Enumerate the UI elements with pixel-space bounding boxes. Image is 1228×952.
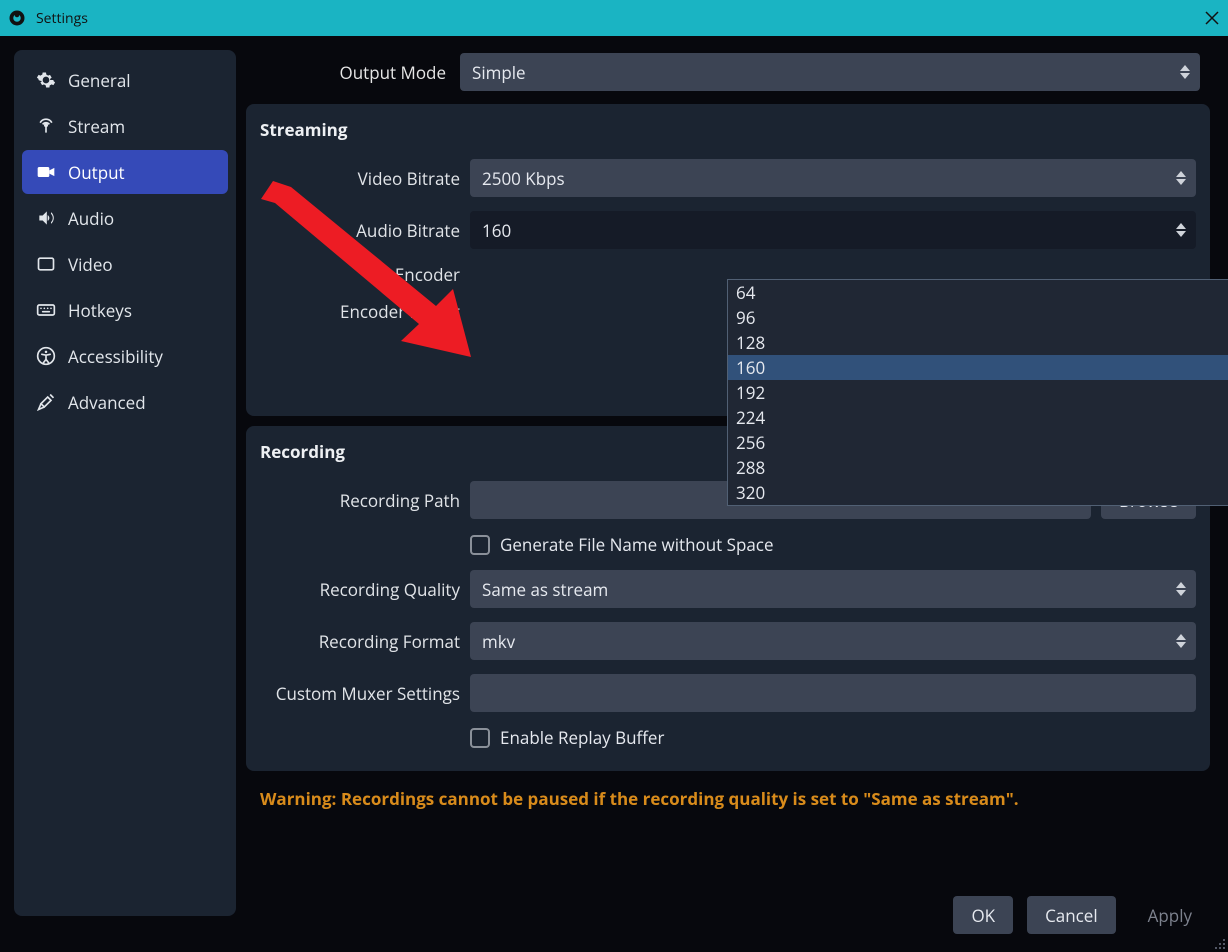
custom-muxer-label: Custom Muxer Settings bbox=[260, 682, 460, 705]
audio-bitrate-option[interactable]: 128 bbox=[728, 330, 1228, 355]
sidebar-item-hotkeys[interactable]: Hotkeys bbox=[22, 288, 228, 332]
sidebar-item-accessibility[interactable]: Accessibility bbox=[22, 334, 228, 378]
sidebar-item-label: General bbox=[68, 69, 131, 92]
audio-bitrate-label: Audio Bitrate bbox=[260, 219, 460, 242]
sidebar-item-output[interactable]: Output bbox=[22, 150, 228, 194]
audio-bitrate-select[interactable]: 160 bbox=[470, 211, 1196, 249]
accessibility-icon bbox=[36, 346, 56, 366]
generate-no-space-row[interactable]: Generate File Name without Space bbox=[470, 533, 1196, 556]
audio-icon bbox=[36, 208, 56, 228]
audio-bitrate-row: Audio Bitrate 160 bbox=[260, 211, 1196, 249]
video-bitrate-input[interactable]: 2500 Kbps bbox=[470, 159, 1196, 197]
sidebar-item-advanced[interactable]: Advanced bbox=[22, 380, 228, 424]
output-mode-value: Simple bbox=[472, 61, 526, 84]
audio-bitrate-option[interactable]: 160 bbox=[728, 355, 1228, 380]
sidebar-item-label: Audio bbox=[68, 207, 114, 230]
recording-quality-value: Same as stream bbox=[482, 578, 608, 601]
sidebar-item-label: Advanced bbox=[68, 391, 146, 414]
recording-quality-select[interactable]: Same as stream bbox=[470, 570, 1196, 608]
encoder-preset-label: Encoder Preset bbox=[260, 300, 460, 323]
generate-no-space-checkbox[interactable] bbox=[470, 535, 490, 555]
custom-muxer-input[interactable] bbox=[470, 674, 1196, 712]
custom-muxer-row: Custom Muxer Settings bbox=[260, 674, 1196, 712]
spinner-icon bbox=[1174, 167, 1188, 189]
keyboard-icon bbox=[36, 300, 56, 320]
sidebar-item-label: Output bbox=[68, 161, 125, 184]
video-bitrate-label: Video Bitrate bbox=[260, 167, 460, 190]
recording-format-value: mkv bbox=[482, 630, 515, 653]
spinner-icon bbox=[1174, 630, 1188, 652]
audio-bitrate-option[interactable]: 96 bbox=[728, 305, 1228, 330]
audio-bitrate-option[interactable]: 288 bbox=[728, 455, 1228, 480]
recording-format-row: Recording Format mkv bbox=[260, 622, 1196, 660]
sidebar-item-label: Accessibility bbox=[68, 345, 163, 368]
video-bitrate-value: 2500 Kbps bbox=[482, 167, 565, 190]
video-bitrate-row: Video Bitrate 2500 Kbps bbox=[260, 159, 1196, 197]
resize-grip-icon[interactable] bbox=[1212, 936, 1226, 950]
dialog-buttons: OK Cancel Apply bbox=[953, 896, 1210, 934]
titlebar[interactable]: Settings bbox=[0, 0, 1228, 36]
recording-format-label: Recording Format bbox=[260, 630, 460, 653]
apply-button: Apply bbox=[1130, 896, 1210, 934]
sidebar-item-label: Video bbox=[68, 253, 113, 276]
replay-buffer-checkbox[interactable] bbox=[470, 728, 490, 748]
streaming-title: Streaming bbox=[260, 118, 1196, 141]
audio-bitrate-value: 160 bbox=[482, 219, 511, 242]
sidebar-item-audio[interactable]: Audio bbox=[22, 196, 228, 240]
cancel-button[interactable]: Cancel bbox=[1027, 896, 1116, 934]
main-output-panel: Output Mode Simple Streaming Video Bitra… bbox=[246, 40, 1224, 952]
audio-bitrate-option[interactable]: 64 bbox=[728, 280, 1228, 305]
recording-quality-label: Recording Quality bbox=[260, 578, 460, 601]
sidebar-item-stream[interactable]: Stream bbox=[22, 104, 228, 148]
sidebar-item-label: Stream bbox=[68, 115, 125, 138]
ok-button[interactable]: OK bbox=[953, 896, 1013, 934]
recording-quality-row: Recording Quality Same as stream bbox=[260, 570, 1196, 608]
warning-text: Warning: Recordings cannot be paused if … bbox=[246, 781, 1210, 810]
replay-buffer-row[interactable]: Enable Replay Buffer bbox=[470, 726, 1196, 749]
spinner-icon bbox=[1174, 578, 1188, 600]
sidebar-item-general[interactable]: General bbox=[22, 58, 228, 102]
replay-buffer-label: Enable Replay Buffer bbox=[500, 726, 664, 749]
app-icon bbox=[8, 9, 26, 27]
settings-sidebar: General Stream Output Audio Video Hotkey… bbox=[14, 50, 236, 916]
recording-path-label: Recording Path bbox=[260, 489, 460, 512]
audio-bitrate-option[interactable]: 320 bbox=[728, 480, 1228, 505]
gear-icon bbox=[36, 70, 56, 90]
recording-format-select[interactable]: mkv bbox=[470, 622, 1196, 660]
audio-bitrate-option[interactable]: 256 bbox=[728, 430, 1228, 455]
output-mode-select[interactable]: Simple bbox=[460, 53, 1200, 91]
audio-bitrate-option[interactable]: 224 bbox=[728, 405, 1228, 430]
window-title: Settings bbox=[36, 9, 88, 28]
spinner-icon bbox=[1174, 219, 1188, 241]
tools-icon bbox=[36, 392, 56, 412]
video-icon bbox=[36, 254, 56, 274]
generate-no-space-label: Generate File Name without Space bbox=[500, 533, 774, 556]
sidebar-item-label: Hotkeys bbox=[68, 299, 132, 322]
output-mode-row: Output Mode Simple bbox=[246, 50, 1210, 94]
sidebar-item-video[interactable]: Video bbox=[22, 242, 228, 286]
antenna-icon bbox=[36, 116, 56, 136]
output-mode-label: Output Mode bbox=[246, 61, 446, 84]
spinner-icon bbox=[1178, 61, 1192, 83]
encoder-label: Encoder bbox=[260, 263, 460, 286]
audio-bitrate-option[interactable]: 192 bbox=[728, 380, 1228, 405]
audio-bitrate-dropdown-list: 64 96 128 160 192 224 256 288 320 bbox=[727, 279, 1228, 506]
close-icon[interactable] bbox=[1204, 10, 1220, 26]
output-icon bbox=[36, 162, 56, 182]
